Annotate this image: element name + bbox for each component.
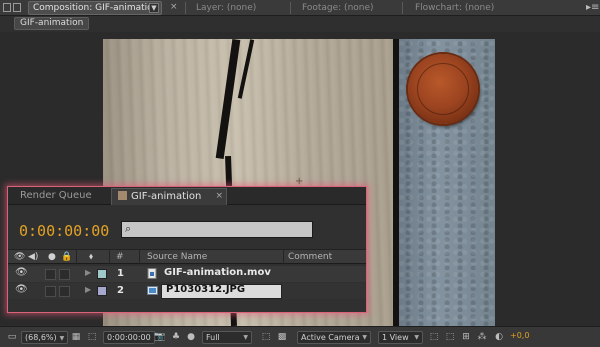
region-of-interest-icon[interactable]: ⬚	[86, 331, 98, 344]
tab-gif-animation[interactable]: GIF-animation ×	[111, 188, 227, 205]
grid-icon[interactable]: ▦	[70, 331, 82, 344]
current-time-field[interactable]: 0:00:00:00	[103, 331, 155, 344]
chevron-down-icon[interactable]: ▼	[149, 3, 159, 13]
composition-navigator: GIF-animation	[0, 16, 600, 32]
close-icon[interactable]: ×	[170, 2, 178, 12]
close-icon[interactable]: ×	[215, 191, 223, 201]
timeline-panel: Render Queue GIF-animation × 0:00:00:00 …	[7, 186, 367, 313]
copper-coin-image	[408, 54, 478, 124]
magnification-dropdown[interactable]: (68,6%) ▼	[21, 331, 69, 344]
expand-arrow-icon[interactable]: ▶	[85, 285, 91, 294]
view-layout-value: 1 View	[382, 333, 409, 342]
toolbar-timecode: 0:00:00:00	[107, 333, 151, 342]
layer-row[interactable]: 👁 ▶ 1 GIF-animation.mov	[8, 266, 366, 282]
layer-name[interactable]: GIF-animation.mov	[164, 267, 271, 278]
resolution-dropdown[interactable]: Full ▼	[202, 331, 252, 344]
timeline-icon[interactable]: ⊞	[460, 331, 472, 344]
color-channels-icon[interactable]: ●	[185, 331, 197, 344]
fast-previews-icon[interactable]: ⬚	[260, 331, 272, 344]
snapshot-camera-icon[interactable]: 📷	[154, 331, 166, 344]
comp-swatch-icon	[118, 191, 127, 200]
search-icon: ⌕	[125, 222, 132, 235]
layer-name[interactable]: P1030312.JPG	[166, 284, 245, 295]
tab-footage[interactable]: Footage: (none)	[302, 3, 374, 13]
solo-icon[interactable]: ●	[48, 252, 56, 262]
window-icons[interactable]	[3, 3, 25, 13]
fit-icon[interactable]: ⬚	[444, 331, 456, 344]
exposure-value[interactable]: +0,0	[510, 331, 529, 344]
eye-icon[interactable]: 👁	[15, 284, 28, 295]
viewer-toolbar: ▭ (68,6%) ▼ ▦ ⬚ 0:00:00:00 📷 ♣ ● Full ▼ ⬚ …	[0, 326, 600, 347]
composition-tab-label: Composition: GIF-animation	[33, 3, 159, 13]
panel-menu-icon[interactable]: ▸≡	[586, 2, 599, 13]
timeline-tab-bar: Render Queue GIF-animation ×	[8, 187, 366, 205]
resolution-value: Full	[206, 333, 220, 342]
lock-toggle[interactable]	[59, 269, 70, 280]
flowchart-icon[interactable]: ⁂	[476, 331, 488, 344]
label-tag-icon[interactable]: ⬧	[89, 252, 93, 262]
solo-toggle[interactable]	[45, 269, 56, 280]
solo-toggle[interactable]	[45, 286, 56, 297]
toggle-pixel-aspect-icon[interactable]: ⬚	[428, 331, 440, 344]
panel-tab-bar: Composition: GIF-animation ▼ × Layer: (n…	[0, 0, 600, 16]
transparency-grid-icon[interactable]: ▩	[276, 331, 288, 344]
label-color[interactable]	[97, 269, 107, 279]
camera-dropdown[interactable]: Active Camera ▼	[297, 331, 371, 344]
column-source-name[interactable]: Source Name	[147, 252, 207, 262]
breadcrumb[interactable]: GIF-animation	[14, 17, 90, 30]
eye-icon[interactable]: 👁	[15, 267, 28, 278]
tab-layer[interactable]: Layer: (none)	[196, 3, 256, 13]
tab-flowchart[interactable]: Flowchart: (none)	[415, 3, 494, 13]
column-comment[interactable]: Comment	[288, 252, 332, 262]
audio-icon[interactable]: ◀)	[28, 252, 38, 262]
tab-render-queue[interactable]: Render Queue	[20, 190, 92, 201]
image-file-icon	[147, 285, 158, 296]
layer-column-header: 👁 ◀) ● 🔒 ⬧ # Source Name Comment	[8, 249, 366, 264]
layer-row[interactable]: 👁 ▶ 2 P1030312.JPG	[8, 283, 366, 299]
composition-tab[interactable]: Composition: GIF-animation ▼	[28, 1, 162, 15]
layer-search-input[interactable]: ⌕	[121, 221, 313, 238]
camera-value: Active Camera	[301, 333, 360, 342]
layer-number: 1	[117, 268, 124, 279]
expand-arrow-icon[interactable]: ▶	[85, 268, 91, 277]
magnification-value: (68,6%)	[25, 333, 57, 342]
column-number[interactable]: #	[116, 252, 124, 262]
always-preview-icon[interactable]: ▭	[6, 331, 18, 344]
show-snapshot-icon[interactable]: ♣	[170, 331, 182, 344]
view-layout-dropdown[interactable]: 1 View ▼	[378, 331, 423, 344]
lock-toggle[interactable]	[59, 286, 70, 297]
lock-icon[interactable]: 🔒	[61, 252, 72, 262]
tab-gif-animation-label: GIF-animation	[131, 191, 202, 202]
current-time[interactable]: 0:00:00:00	[19, 222, 109, 240]
av-eye-icon[interactable]: 👁	[14, 252, 25, 262]
label-color[interactable]	[97, 286, 107, 296]
layer-number: 2	[117, 285, 124, 296]
reset-exposure-icon[interactable]: ◐	[493, 331, 505, 344]
footage-file-icon	[147, 268, 158, 279]
